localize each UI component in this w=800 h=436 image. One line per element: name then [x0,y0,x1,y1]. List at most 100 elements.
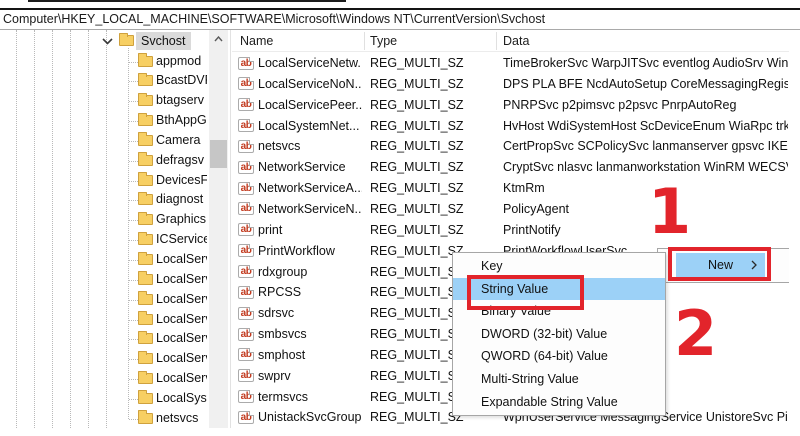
pane-splitter[interactable] [230,30,231,428]
menu-item-label: Key [481,259,503,273]
tree-root-label: Svchost [136,32,192,50]
chevron-down-icon[interactable] [102,38,113,45]
tree-item-appmod[interactable]: appmod [0,52,208,72]
value-type: REG_MULTI_SZ [370,139,464,154]
annotation-step-1: 1 [648,175,692,248]
tree-item-localserv[interactable]: LocalServ [0,349,208,369]
tree-item-label: BthAppG [156,113,207,128]
tree-item-localserv[interactable]: LocalServ [0,290,208,310]
column-header-name[interactable]: Name [240,30,273,52]
tree-item-label: LocalServ [156,331,207,346]
tree-item-defragsv[interactable]: defragsv [0,151,208,171]
tree-item-label: LocalServ [156,311,207,326]
value-name: sdrsvc [258,306,295,321]
tree-item-localserv[interactable]: LocalServ [0,270,208,290]
folder-icon [138,271,153,285]
tree-branch-stub [129,398,138,400]
tree-item-label: Camera [156,132,201,147]
tree-item-btagserv[interactable]: btagserv [0,91,208,111]
menu-item-label: QWORD (64-bit) Value [481,349,608,364]
column-header-data[interactable]: Data [503,30,529,52]
tree-item-label: defragsv [156,152,204,167]
registry-value-row-localsystemnet[interactable]: ab LocalSystemNet... REG_MULTI_SZ HvHost… [232,116,789,137]
tree-item-label: LocalServ [156,291,207,306]
tree-item-netsvcs[interactable]: netsvcs [0,409,208,428]
folder-icon [138,291,153,305]
address-bar[interactable]: Computer\HKEY_LOCAL_MACHINE\SOFTWARE\Mic… [0,10,800,29]
value-name: PrintWorkflow [258,243,335,258]
menu-item-dword-32-bit-value[interactable]: DWORD (32-bit) Value [453,323,665,346]
tree-branch-stub [129,319,138,321]
tree-branch-stub [129,359,138,361]
tree-branch-stub [129,379,138,381]
tree-item-camera[interactable]: Camera [0,131,208,151]
tree-item-label: diagnost [156,192,204,207]
folder-icon [138,211,153,226]
tree-branch-stub [129,279,138,281]
string-value-icon: ab [238,306,254,320]
value-data: CryptSvc nlasvc lanmanworkstation WinRM … [503,160,788,175]
tree-item-icservice[interactable]: ICService [0,230,208,250]
registry-value-row-localservicenetw[interactable]: ab LocalServiceNetw... REG_MULTI_SZ Time… [232,53,789,74]
tree-item-label: btagserv [156,93,204,108]
value-data: CertPropSvc SCPolicySvc lanmanserver gps… [503,139,788,154]
tree-item-label: LocalServ [156,271,207,286]
tree-branch-stub [129,200,138,202]
menu-item-expandable-string-value[interactable]: Expandable String Value [453,391,665,414]
folder-icon [138,72,153,87]
tree-branch-stub [129,299,138,301]
tree-item-localsyst[interactable]: LocalSyst [0,389,208,409]
tree-item-label: LocalServ [156,371,207,386]
tree-item-svchost[interactable]: Svchost [0,31,209,51]
folder-icon [138,350,153,365]
registry-value-row-networkservicea[interactable]: ab NetworkServiceA... REG_MULTI_SZ KtmRm [232,178,789,199]
value-name: RPCSS [258,285,302,300]
string-value-icon: ab [238,390,254,404]
scrollbar-thumb[interactable] [210,140,227,168]
registry-value-row-print[interactable]: ab print REG_MULTI_SZ PrintNotify [232,220,789,241]
tree-scrollbar[interactable] [209,30,228,428]
registry-value-row-networkservice[interactable]: ab NetworkService REG_MULTI_SZ CryptSvc … [232,157,789,178]
tree-item-graphics[interactable]: Graphics [0,210,208,230]
tree-item-label: Graphics [156,212,207,227]
tree-item-label: LocalServ [156,252,207,266]
tree-item-label: appmod [156,53,202,68]
value-type: REG_MULTI_SZ [370,222,464,237]
folder-icon [138,390,153,404]
value-name: swprv [258,368,291,383]
registry-value-row-localservicenon[interactable]: ab LocalServiceNoN... REG_MULTI_SZ DPS P… [232,74,789,95]
registry-value-row-netsvcs[interactable]: ab netsvcs REG_MULTI_SZ CertPropSvc SCPo… [232,136,789,157]
string-value-icon: ab [238,369,254,383]
menu-item-qword-64-bit-value[interactable]: QWORD (64-bit) Value [453,345,665,368]
tree-item-bthappg[interactable]: BthAppG [0,111,208,131]
column-separator[interactable] [496,32,497,50]
menu-item-label: Multi-String Value [481,371,579,386]
tree-item-localserv[interactable]: LocalServ [0,369,208,389]
tree-item-localserv[interactable]: LocalServ [0,250,208,270]
menu-item-multi-string-value[interactable]: Multi-String Value [453,368,665,391]
tree-item-diagnost[interactable]: diagnost [0,190,208,210]
tree-item-localserv[interactable]: LocalServ [0,329,208,349]
string-value-icon: ab [238,160,254,174]
tree-item-bcastdvr[interactable]: BcastDVR [0,71,208,91]
value-type: REG_MULTI_SZ [370,76,464,91]
tree-item-localserv[interactable]: LocalServ [0,310,208,330]
folder-icon [138,92,153,107]
scrollbar-up-button[interactable] [209,30,228,47]
tree-item-label: BcastDVR [156,73,207,88]
string-value-icon: ab [238,327,254,341]
tree-branch-stub [129,240,138,242]
tree-item-devicesf[interactable]: DevicesF [0,171,208,191]
value-data: PrintNotify [503,222,561,237]
registry-value-row-localservicepeer[interactable]: ab LocalServicePeer... REG_MULTI_SZ PNRP… [232,95,789,116]
column-header-type[interactable]: Type [370,30,397,52]
registry-value-row-networkservicen[interactable]: ab NetworkServiceN... REG_MULTI_SZ Polic… [232,199,789,220]
string-value-icon: ab [238,56,254,70]
tree-branch-stub [129,160,138,162]
menu-item-label: DWORD (32-bit) Value [481,326,608,341]
column-separator[interactable] [364,32,365,50]
tree-branch-stub [129,418,138,420]
tree-item-label: DevicesF [156,172,207,187]
string-value-icon: ab [238,244,254,258]
registry-path: Computer\HKEY_LOCAL_MACHINE\SOFTWARE\Mic… [3,12,546,26]
